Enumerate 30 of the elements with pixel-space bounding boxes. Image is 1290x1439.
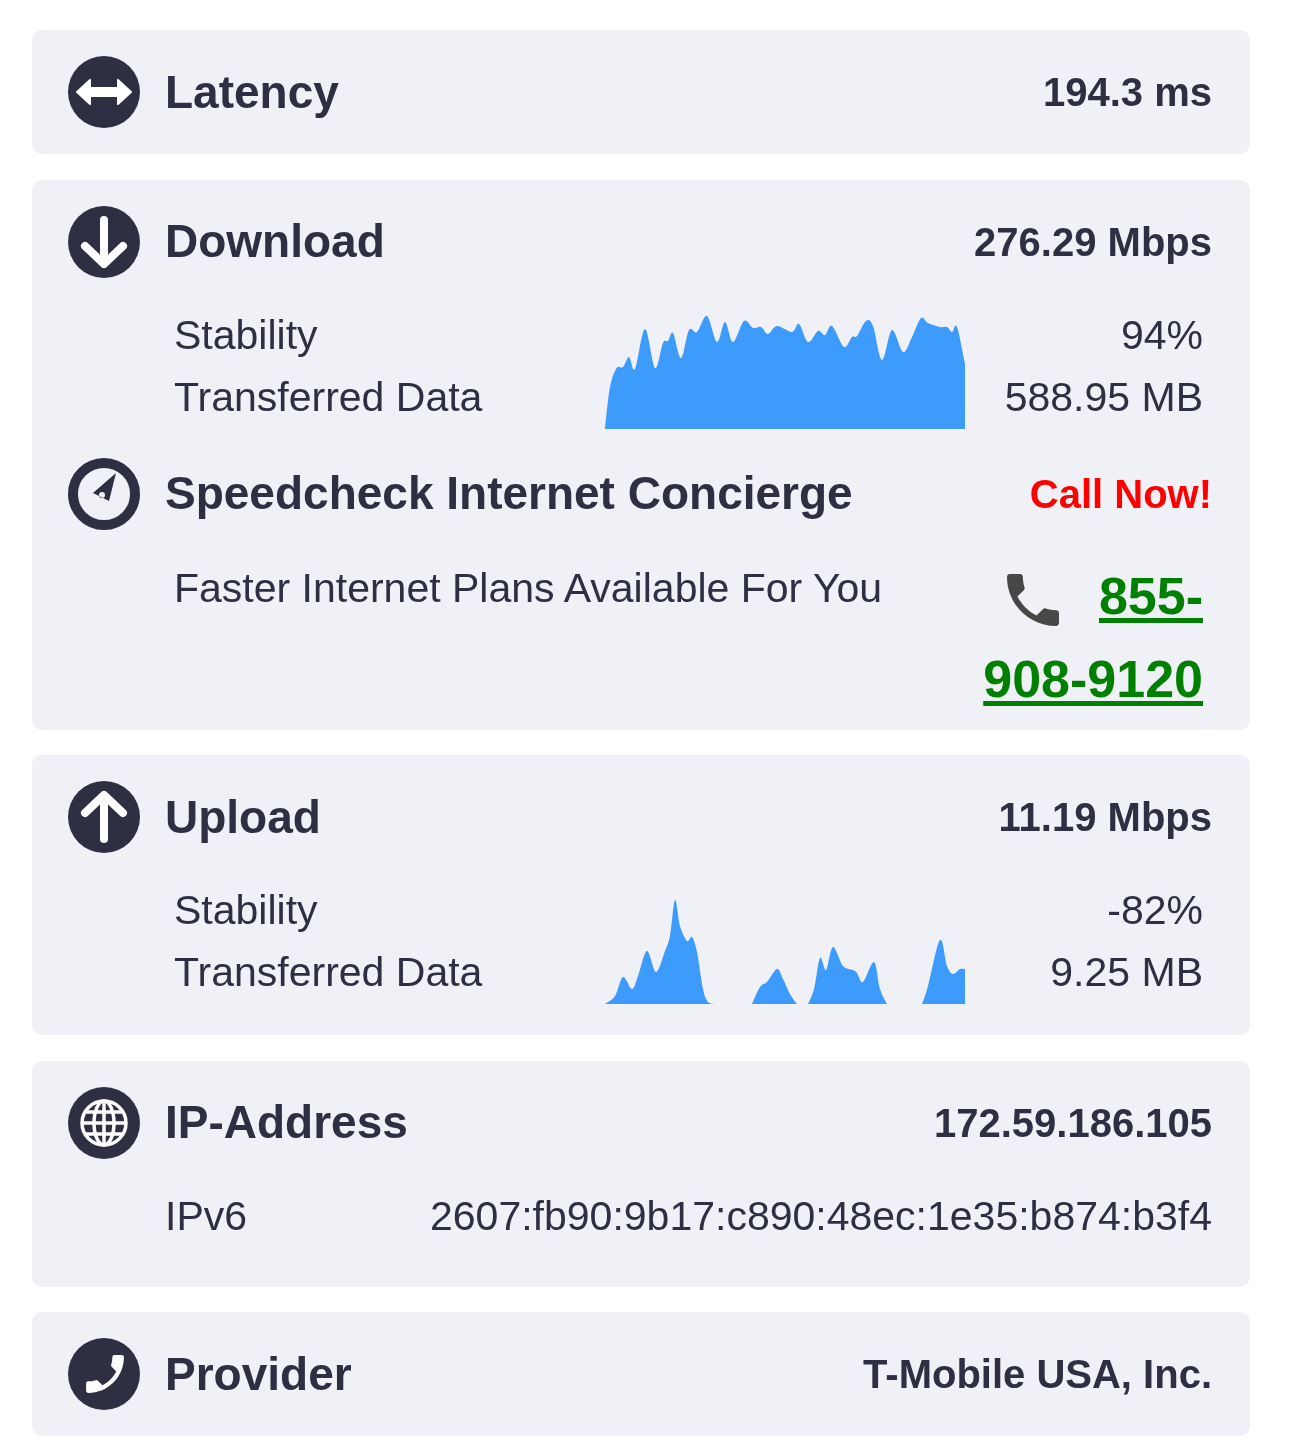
globe-icon: [68, 1086, 140, 1159]
stat-value: -82%: [1107, 887, 1203, 935]
download-title: Download: [165, 215, 385, 268]
provider-value: T-Mobile USA, Inc.: [863, 1351, 1212, 1397]
gauge-icon: [68, 457, 140, 530]
ipv6-value: 2607:fb90:9b17:c890:48ec:1e35:b874:b3f4: [430, 1192, 1212, 1241]
download-value: 276.29 Mbps: [974, 218, 1212, 265]
arrow-down-icon: [68, 205, 140, 278]
promo-text: Faster Internet Plans Available For You: [174, 564, 883, 612]
provider-title: Provider: [165, 1347, 352, 1401]
ip-address-value: 172.59.186.105: [933, 1099, 1212, 1146]
stat-label: Transferred Data: [174, 373, 483, 422]
phone-icon: [68, 1338, 140, 1410]
concierge-title: Speedcheck Internet Concierge: [165, 467, 853, 520]
ip-address-title: IP-Address: [165, 1096, 408, 1149]
phone-handset-icon: [1006, 573, 1059, 626]
stat-value: 94%: [1120, 311, 1203, 360]
latency-title: Latency: [165, 65, 339, 119]
stat-value: 588.95 MB: [1004, 373, 1203, 422]
phone-link[interactable]: 855-908-9120: [981, 554, 1203, 721]
stat-label: Transferred Data: [174, 949, 483, 997]
ipv6-label: IPv6: [165, 1192, 248, 1241]
stat-label: Stability: [174, 311, 318, 360]
upload-title: Upload: [165, 790, 321, 844]
latency-value: 194.3 ms: [1042, 69, 1212, 115]
upload-value: 11.19 Mbps: [998, 794, 1212, 840]
stat-label: Stability: [174, 887, 318, 935]
arrow-up-icon: [68, 781, 140, 853]
stat-value: 9.25 MB: [1050, 949, 1203, 997]
call-now-label: Call Now!: [1029, 470, 1212, 517]
